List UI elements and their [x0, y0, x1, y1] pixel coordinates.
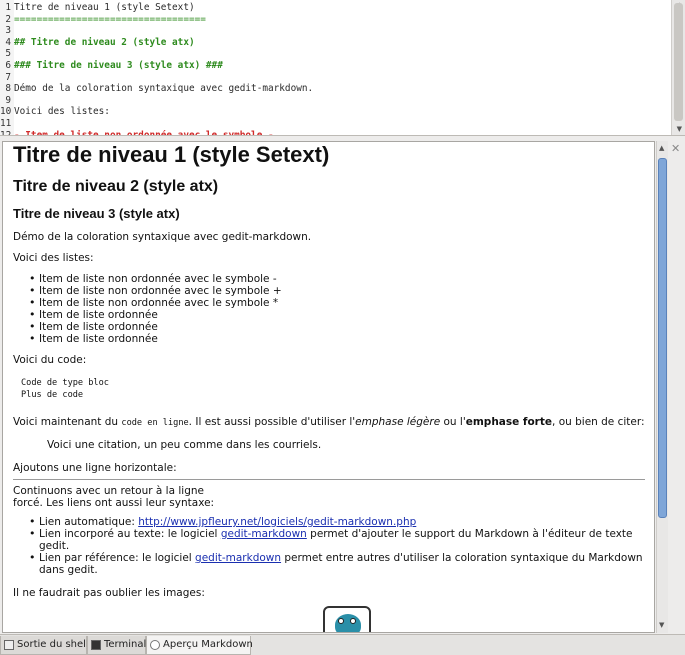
inline-text: , ou bien de citer: [552, 416, 645, 428]
hr-intro: Ajoutons une ligne horizontale: [13, 462, 177, 474]
line-number: 10 [0, 106, 12, 118]
source-editor[interactable]: 1 Titre de niveau 1 (style Setext) 2 ======… [0, 0, 685, 136]
list-item: Item de liste non ordonnée avec le symbo… [29, 297, 645, 309]
code-line: Plus de code [21, 390, 84, 400]
tab-shell-output[interactable]: Sortie du shell [0, 636, 89, 655]
line-number: 6 [5, 59, 11, 71]
inline-text: . Il est aussi possible d'utiliser l' [188, 416, 356, 428]
line-text: Démo de la coloration syntaxique avec ge… [14, 83, 314, 95]
code-intro: Voici du code: [13, 354, 87, 366]
code-line: Code de type bloc [21, 378, 109, 388]
inline-text: ou l' [440, 416, 466, 428]
line-text: ### Titre de niveau 3 (style atx) ### [14, 59, 223, 71]
line-number: 8 [5, 83, 11, 95]
line-text: Continuons avec un retour à la ligne [13, 485, 204, 497]
list-item: Item de liste ordonnée [29, 333, 645, 345]
emphasis-text: emphase légère [355, 416, 441, 428]
shell-output-icon [4, 640, 14, 650]
images-intro: Il ne faudrait pas oublier les images: [13, 587, 205, 599]
code-block: Code de type bloc Plus de code [13, 377, 645, 401]
tab-terminal[interactable]: Terminal [87, 636, 146, 655]
preview-scrollbar[interactable]: ▲ ▼ [656, 141, 668, 633]
preview-h2: Titre de niveau 2 (style atx) [13, 178, 219, 195]
scroll-up-icon[interactable]: ▲ [659, 144, 664, 152]
preview-scroll-thumb[interactable] [658, 158, 667, 518]
editor-line[interactable]: 4 ## Titre de niveau 2 (style atx) [0, 37, 313, 49]
line-number: 1 [5, 2, 11, 13]
line-text: forcé. Les liens ont aussi leur syntaxe: [13, 497, 215, 509]
line-text: Titre de niveau 1 (style Setext) [14, 2, 195, 13]
editor-line[interactable]: 12- Item de liste non ordonnée avec le s… [0, 129, 313, 136]
gedit-markdown-logo-image [323, 606, 371, 632]
link-prefix: Lien par référence: le logiciel [39, 552, 196, 564]
line-number: 9 [5, 94, 11, 106]
preview-h3: Titre de niveau 3 (style atx) [13, 206, 180, 221]
editor-line[interactable]: 7 [0, 72, 313, 84]
list-item: Item de liste ordonnée [29, 321, 645, 333]
editor-line[interactable]: 9 [0, 95, 313, 107]
line-number: 11 [0, 117, 12, 129]
line-number: 5 [5, 48, 11, 60]
lists-intro: Voici des listes: [13, 252, 94, 264]
editor-lines[interactable]: 1 Titre de niveau 1 (style Setext) 2 ======… [0, 2, 313, 136]
editor-scrollbar[interactable]: ▲ ▼ [671, 0, 685, 135]
line-number: 3 [5, 25, 11, 37]
tab-label: Sortie du shell [17, 639, 89, 650]
tab-label: Aperçu Markdown [163, 639, 253, 650]
editor-scroll-thumb[interactable] [674, 3, 683, 121]
editor-line[interactable]: 10 Voici des listes: [0, 106, 313, 118]
link-item: Lien incorporé au texte: le logiciel ged… [29, 528, 645, 552]
line-number: 2 [5, 13, 11, 25]
list-item: Item de liste non ordonnée avec le symbo… [29, 285, 645, 297]
link-prefix: Lien incorporé au texte: le logiciel [39, 528, 221, 540]
markdown-preview-pane[interactable]: Titre de niveau 1 (style Setext) Titre d… [2, 141, 655, 633]
inline-text: Voici maintenant du [13, 416, 122, 428]
line-number: 12 [0, 129, 12, 136]
editor-line[interactable]: 2 ================================== [0, 14, 313, 26]
line-text: - Item de liste non ordonnée avec le sym… [14, 129, 274, 136]
frog-icon [335, 614, 361, 632]
terminal-icon [91, 640, 101, 650]
editor-line[interactable]: 3 [0, 25, 313, 37]
blockquote: Voici une citation, un peu comme dans le… [47, 439, 322, 451]
links-list: Lien automatique: http://www.jpfleury.ne… [13, 516, 645, 576]
close-panel-icon[interactable]: ✕ [671, 142, 680, 155]
link-item: Lien automatique: http://www.jpfleury.ne… [29, 516, 645, 528]
scroll-down-icon[interactable]: ▼ [677, 125, 682, 133]
markdown-preview-icon [150, 640, 160, 650]
editor-line[interactable]: 1 Titre de niveau 1 (style Setext) [0, 2, 313, 14]
link-prefix: Lien automatique: [39, 516, 139, 528]
inline-code: code en ligne [121, 418, 189, 428]
tab-markdown-preview[interactable]: Aperçu Markdown [146, 636, 253, 655]
list-item: Item de liste non ordonnée avec le symbo… [29, 273, 645, 285]
inline-paragraph: Voici maintenant du code en ligne. Il es… [13, 416, 645, 429]
scroll-down-icon[interactable]: ▼ [659, 621, 664, 629]
line-text: ================================== [14, 13, 206, 25]
inline-link[interactable]: gedit-markdown [221, 528, 307, 540]
strong-text: emphase forte [465, 416, 553, 428]
bullet-list: Item de liste non ordonnée avec le symbo… [13, 273, 645, 345]
line-number: 7 [5, 71, 11, 83]
editor-line[interactable]: 8 Démo de la coloration syntaxique avec g… [0, 83, 313, 95]
intro-paragraph: Démo de la coloration syntaxique avec ge… [13, 231, 312, 243]
line-text: Voici des listes: [14, 106, 110, 118]
editor-line[interactable]: 5 [0, 48, 313, 60]
bottom-panel-tabs: Sortie du shell Terminal Aperçu Markdown [0, 634, 685, 655]
preview-h1: Titre de niveau 1 (style Setext) [13, 142, 330, 167]
line-number: 4 [5, 36, 11, 48]
editor-line[interactable]: 6 ### Titre de niveau 3 (style atx) ### [0, 60, 313, 72]
link-item: Lien par référence: le logiciel gedit-ma… [29, 552, 645, 576]
preview-content: Titre de niveau 1 (style Setext) Titre d… [13, 142, 645, 599]
reference-link[interactable]: gedit-markdown [195, 552, 281, 564]
auto-link[interactable]: http://www.jpfleury.net/logiciels/gedit-… [138, 516, 416, 528]
tab-label: Terminal [104, 639, 147, 650]
continue-paragraph: Continuons avec un retour à la ligne forc… [13, 485, 645, 509]
horizontal-rule [13, 479, 645, 480]
line-text: ## Titre de niveau 2 (style atx) [14, 36, 195, 48]
list-item: Item de liste ordonnée [29, 309, 645, 321]
editor-line[interactable]: 11 [0, 118, 313, 130]
